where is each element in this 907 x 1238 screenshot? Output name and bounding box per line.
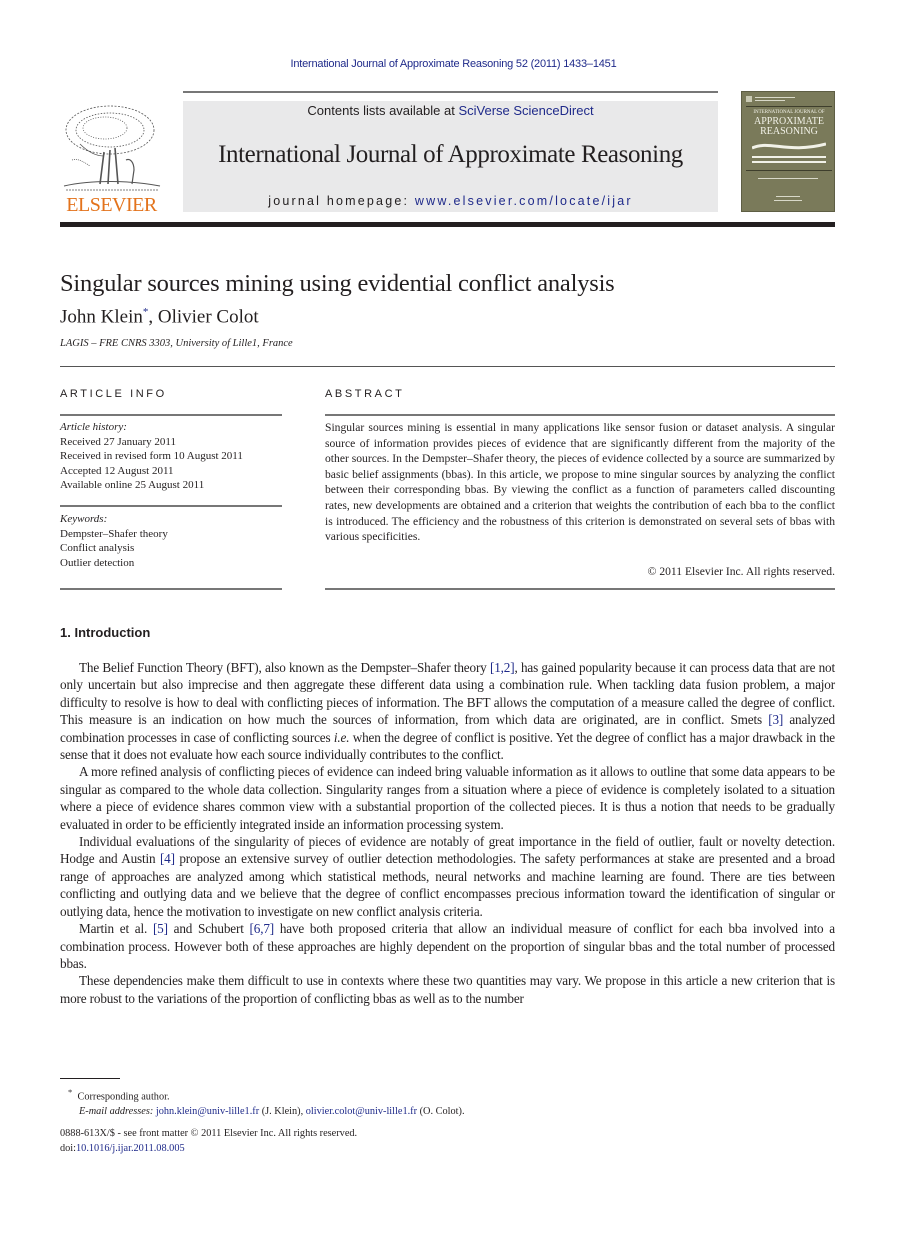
footnote-mark: * [68, 1087, 73, 1097]
divider [60, 366, 835, 367]
cover-publisher-line [774, 200, 802, 201]
text-run: propose an extensive survey of outlier d… [60, 851, 835, 919]
article-title: Singular sources mining using evidential… [60, 270, 615, 297]
author-name: , Olivier Colot [148, 306, 259, 328]
sciencedirect-link[interactable]: SciVerse ScienceDirect [458, 103, 593, 118]
doi-line: doi:10.1016/j.ijar.2011.08.005 [60, 1142, 357, 1157]
front-matter: 0888-613X/$ - see front matter © 2011 El… [60, 1127, 357, 1156]
cover-logo-icon [746, 96, 752, 102]
divider [60, 505, 282, 507]
citation-link[interactable]: [3] [768, 712, 783, 727]
masthead-bottom-rule [60, 222, 835, 227]
article-info-heading: ARTICLE INFO [60, 388, 167, 400]
text-run: The Belief Function Theory (BFT), also k… [79, 660, 490, 675]
running-head-citation[interactable]: International Journal of Approximate Rea… [0, 58, 907, 70]
author-list: John Klein*, Olivier Colot [60, 306, 259, 328]
cover-wave-graphic-icon [752, 142, 826, 163]
corresponding-author-label: Corresponding author. [77, 1091, 170, 1103]
abstract-heading: ABSTRACT [325, 388, 405, 400]
email-link-klein[interactable]: john.klein@univ-lille1.fr [156, 1106, 259, 1117]
email-owner: (J. Klein), [259, 1105, 306, 1117]
journal-cover-thumbnail[interactable]: INTERNATIONAL JOURNAL OF APPROXIMATE REA… [741, 91, 835, 212]
author-affiliation: LAGIS – FRE CNRS 3303, University of Lil… [60, 338, 293, 349]
email-addresses: E-mail addresses: john.klein@univ-lille1… [68, 1105, 465, 1120]
keyword: Conflict analysis [60, 542, 135, 554]
text-run: These dependencies make them difficult t… [60, 973, 835, 1006]
history-entry: Received in revised form 10 August 2011 [60, 450, 243, 462]
doi-label: doi: [60, 1142, 77, 1154]
homepage-prefix: journal homepage: [268, 194, 415, 208]
email-label: E-mail addresses: [79, 1105, 154, 1117]
contents-availability-line: Contents lists available at SciVerse Sci… [183, 103, 718, 118]
cover-subtitle-line [758, 178, 818, 179]
paragraph: The Belief Function Theory (BFT), also k… [60, 659, 835, 763]
divider [325, 588, 835, 590]
history-entry: Accepted 12 August 2011 [60, 464, 174, 477]
history-entry: Received 27 January 2011 [60, 435, 176, 448]
cover-header-line [755, 100, 785, 101]
publisher-wordmark: ELSEVIER [66, 194, 157, 216]
journal-homepage-link[interactable]: www.elsevier.com/locate/ijar [415, 194, 633, 208]
keyword: Outlier detection [60, 556, 135, 569]
citation-link[interactable]: [6,7] [250, 921, 275, 936]
introduction-body: The Belief Function Theory (BFT), also k… [60, 659, 835, 1007]
keywords: Keywords: Dempster–Shafer theory Conflic… [60, 512, 282, 570]
paragraph: Individual evaluations of the singularit… [60, 833, 835, 920]
email-link-colot[interactable]: olivier.colot@univ-lille1.fr [306, 1106, 417, 1117]
paragraph: A more refined analysis of conflicting p… [60, 763, 835, 833]
article-history: Article history: Received 27 January 201… [60, 420, 282, 493]
history-entry: Available online 25 August 2011 [60, 479, 205, 491]
author-name: John Klein [60, 306, 143, 328]
cover-title-line-3: REASONING [760, 126, 818, 137]
journal-name: International Journal of Approximate Rea… [218, 141, 683, 168]
section-heading-introduction: 1. Introduction [60, 625, 151, 640]
citation-link[interactable]: [1,2] [490, 660, 515, 675]
cover-header-line [755, 97, 795, 98]
text-run: Martin et al. [79, 921, 153, 937]
text-run: and Schubert [167, 921, 250, 937]
contents-prefix: Contents lists available at [307, 103, 459, 118]
keyword: Dempster–Shafer theory [60, 527, 168, 540]
email-owner: (O. Colot). [417, 1105, 465, 1117]
abstract-text: Singular sources mining is essential in … [325, 421, 835, 544]
issn-line: 0888-613X/$ - see front matter © 2011 El… [60, 1128, 358, 1139]
cover-title-line-1: INTERNATIONAL JOURNAL OF [753, 110, 825, 115]
cover-divider [746, 106, 832, 107]
divider [325, 414, 835, 416]
italic-text: i.e. [333, 729, 350, 745]
paragraph: These dependencies make them difficult t… [60, 972, 835, 1007]
footnote: * Corresponding author. E-mail addresses… [68, 1085, 465, 1119]
abstract-copyright: © 2011 Elsevier Inc. All rights reserved… [647, 565, 835, 578]
citation-link[interactable]: [4] [160, 851, 175, 866]
cover-publisher-line [776, 196, 800, 197]
cover-divider [746, 170, 832, 171]
footnote-rule [60, 1078, 120, 1079]
doi-link[interactable]: 10.1016/j.ijar.2011.08.005 [76, 1143, 185, 1154]
divider [60, 414, 282, 416]
citation-link[interactable]: [5] [153, 921, 168, 936]
masthead-top-rule [183, 91, 718, 93]
corresponding-author-note: * Corresponding author. [68, 1085, 465, 1105]
keywords-label: Keywords: [60, 513, 108, 525]
article-history-label: Article history: [60, 421, 127, 433]
journal-homepage-line: journal homepage: www.elsevier.com/locat… [183, 194, 718, 208]
divider [60, 588, 282, 590]
paragraph: Martin et al. [5] and Schubert [6,7] hav… [60, 920, 835, 972]
text-run: A more refined analysis of conflicting p… [60, 764, 835, 832]
